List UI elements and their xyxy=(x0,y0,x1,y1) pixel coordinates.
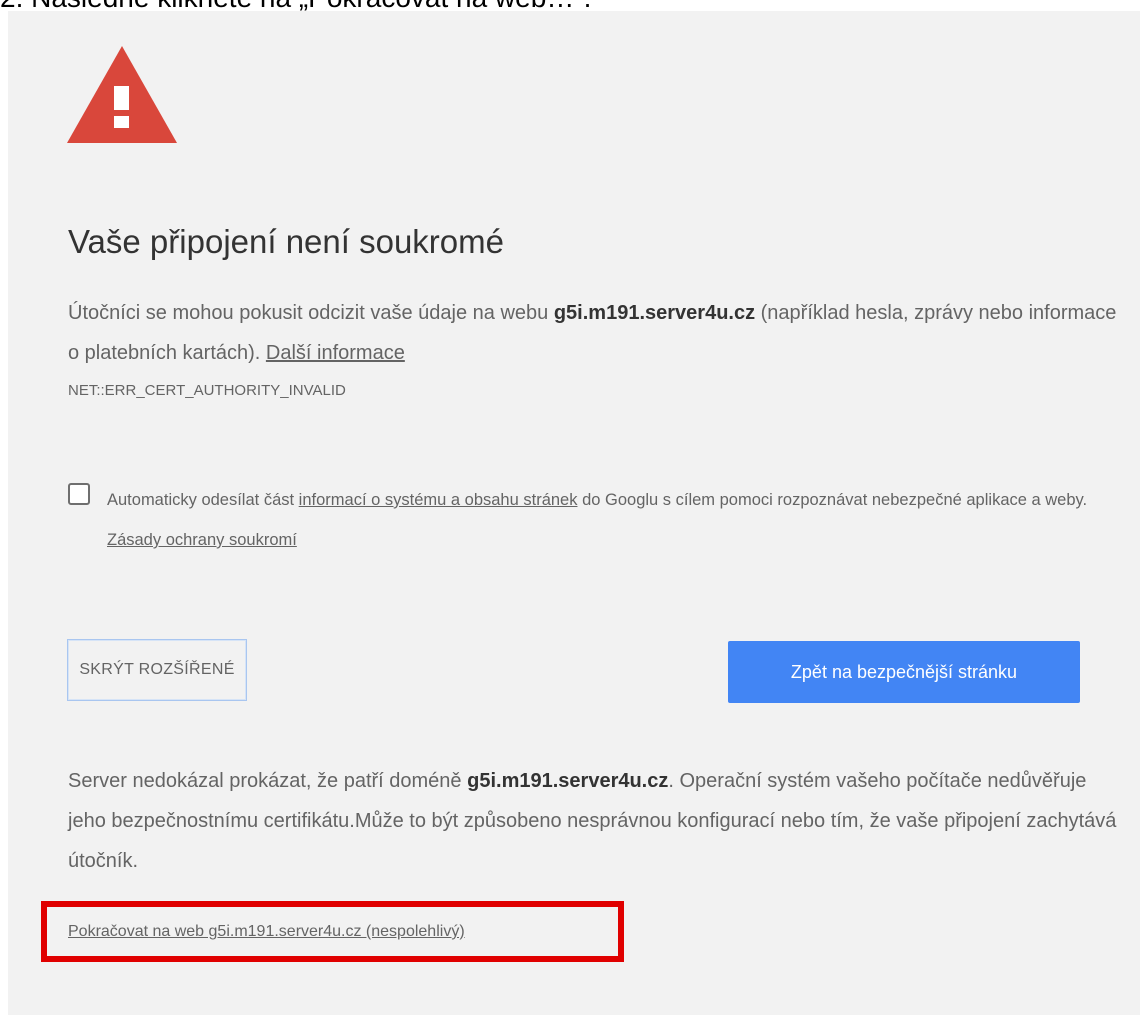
domain-name: g5i.m191.server4u.cz xyxy=(553,302,756,324)
details-domain: g5i.m191.server4u.cz xyxy=(467,770,669,792)
back-to-safety-button[interactable]: Zpět na bezpečnější stránku xyxy=(728,641,1080,703)
details-text-before: Server nedokázal prokázat, že patří domé… xyxy=(68,770,468,792)
page-title: Vaše připojení není soukromé xyxy=(68,223,504,260)
privacy-policy-link[interactable]: Zásady ochrany soukromí xyxy=(107,531,297,549)
hide-advanced-button[interactable]: SKRÝT ROZŠÍŘENÉ xyxy=(67,639,247,701)
intro-text-before: Útočníci se mohou pokusit odcizit vaše ú… xyxy=(68,302,554,324)
details-text: Server nedokázal prokázat, že patří domé… xyxy=(68,761,1128,881)
checkbox-text-before: Automaticky odesílat část xyxy=(107,491,299,509)
report-checkbox[interactable] xyxy=(68,483,90,505)
checkbox-label: Automaticky odesílat část informací o sy… xyxy=(107,480,1107,560)
system-info-link[interactable]: informací o systému a obsahu stránek xyxy=(299,491,578,509)
interstitial-panel: Vaše připojení není soukromé Útočníci se… xyxy=(8,11,1140,1015)
intro-text: Útočníci se mohou pokusit odcizit vaše ú… xyxy=(68,293,1128,373)
error-code: NET::ERR_CERT_AUTHORITY_INVALID xyxy=(68,382,346,399)
proceed-link[interactable]: Pokračovat na web g5i.m191.server4u.cz (… xyxy=(68,921,465,943)
checkbox-text-after: do Googlu s cílem pomoci rozpoznávat neb… xyxy=(577,491,1088,509)
more-info-link[interactable]: Další informace xyxy=(266,342,405,364)
warning-triangle-icon xyxy=(67,46,177,143)
